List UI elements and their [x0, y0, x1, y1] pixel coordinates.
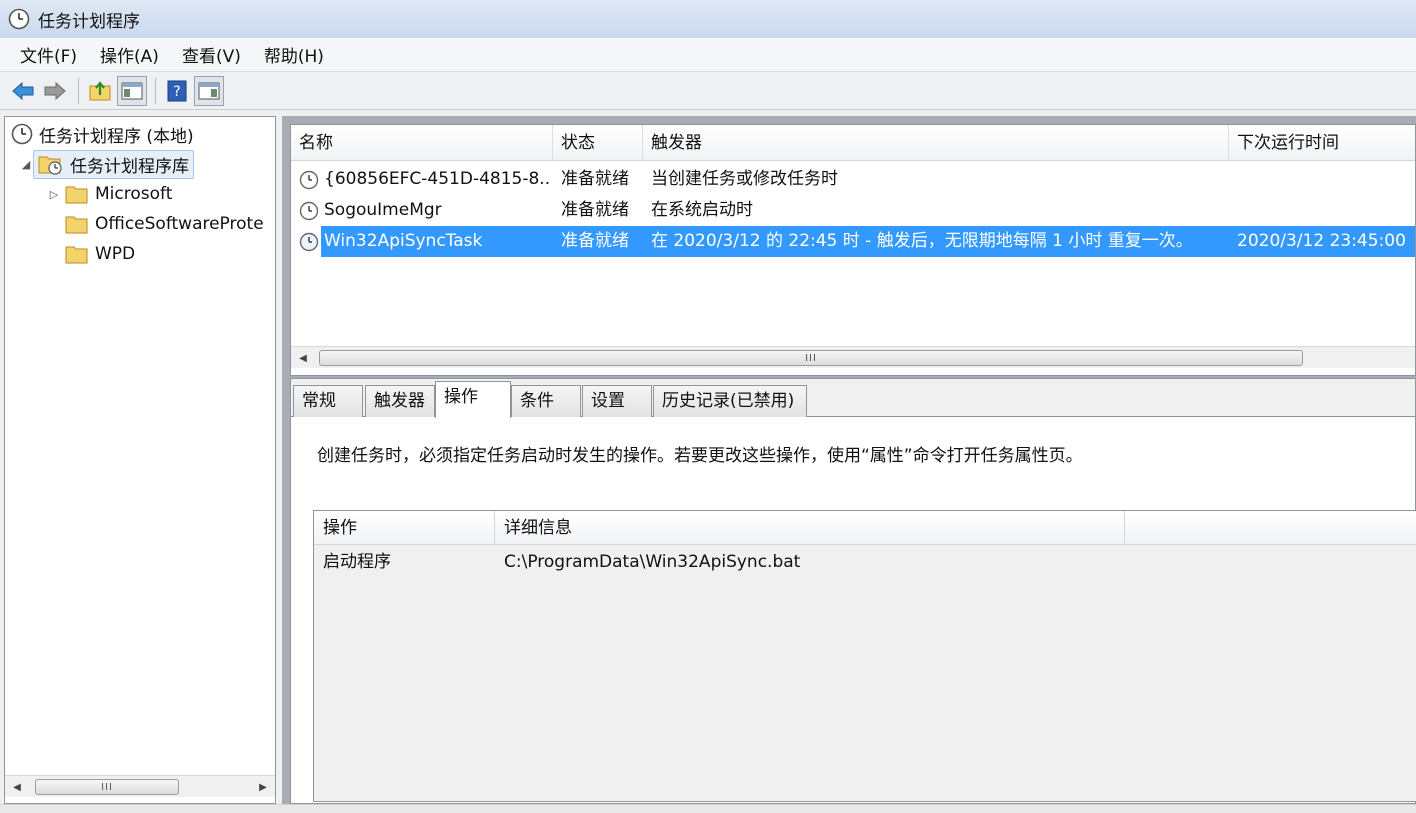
- scroll-right-icon[interactable]: ▶: [253, 776, 273, 798]
- task-trigger: 在 2020/3/12 的 22:45 时 - 触发后，无限期地每隔 1 小时 …: [651, 231, 1193, 251]
- tab-triggers[interactable]: 触发器: [365, 385, 435, 417]
- folder-icon: [65, 186, 88, 204]
- task-status: 准备就绪: [561, 200, 629, 220]
- task-next-run: 2020/3/12 23:45:00: [1237, 231, 1406, 251]
- back-button[interactable]: [8, 76, 38, 106]
- task-trigger: 当创建任务或修改任务时: [651, 169, 838, 189]
- menu-view[interactable]: 查看(V): [172, 38, 251, 71]
- svg-text:?: ?: [173, 84, 180, 100]
- up-folder-button[interactable]: [85, 76, 115, 106]
- task-status: 准备就绪: [561, 169, 629, 189]
- forward-button[interactable]: [40, 76, 70, 106]
- tab-general[interactable]: 常规: [293, 385, 363, 417]
- column-header-blank: [1125, 511, 1416, 545]
- task-name: SogouImeMgr: [324, 200, 442, 220]
- title-bar: 任务计划程序: [0, 0, 1416, 38]
- show-hide-console-tree-button[interactable]: [117, 75, 147, 106]
- task-list-header: 名称 状态 触发器 下次运行时间: [291, 125, 1415, 161]
- tree-item-officesoftwareprotection[interactable]: OfficeSoftwareProte: [65, 210, 264, 238]
- column-header-details[interactable]: 详细信息: [495, 511, 1125, 545]
- scrollbar-thumb[interactable]: III: [35, 779, 179, 795]
- tab-settings[interactable]: 设置: [582, 385, 652, 417]
- tab-strip: 常规 触发器 操作 条件 设置 历史记录(已禁用): [291, 379, 1415, 418]
- expand-arrow-icon[interactable]: ▷: [47, 188, 61, 201]
- task-detail-pane: 常规 触发器 操作 条件 设置 历史记录(已禁用) 创建任务时，必须指定任务启动…: [290, 378, 1416, 804]
- scroll-left-icon[interactable]: ◀: [293, 347, 313, 369]
- up-folder-icon: [89, 80, 111, 100]
- column-header-name[interactable]: 名称: [291, 125, 553, 161]
- tree-item-label: OfficeSoftwareProte: [95, 214, 264, 234]
- help-button[interactable]: ?: [162, 76, 192, 106]
- help-icon: ?: [167, 80, 187, 101]
- collapse-arrow-icon[interactable]: ◢: [19, 158, 33, 171]
- show-hide-action-pane-icon: [198, 82, 220, 99]
- menu-bar: 文件(F) 操作(A) 查看(V) 帮助(H): [0, 38, 1416, 72]
- task-list: 名称 状态 触发器 下次运行时间 {60856EFC-451D-4815-8..…: [290, 124, 1416, 376]
- toolbar-separator: [155, 77, 156, 104]
- tab-actions[interactable]: 操作: [435, 381, 511, 418]
- clock-icon: [11, 123, 33, 145]
- console-tree: 任务计划程序 (本地) ◢ 任务计划程序库 ▷ Microsoft Office…: [4, 116, 276, 804]
- tree-item-label: 任务计划程序 (本地): [39, 126, 194, 147]
- task-name: Win32ApiSyncTask: [324, 231, 483, 251]
- task-clock-icon: [299, 170, 319, 190]
- task-clock-icon: [299, 232, 319, 252]
- tree-item-microsoft[interactable]: ▷ Microsoft: [47, 180, 173, 208]
- clock-icon: [8, 8, 30, 30]
- column-header-action[interactable]: 操作: [314, 511, 495, 545]
- action-details[interactable]: C:\ProgramData\Win32ApiSync.bat: [504, 545, 800, 579]
- menu-help[interactable]: 帮助(H): [254, 38, 334, 71]
- actions-table: 操作 详细信息 启动程序 C:\ProgramData\Win32ApiSync…: [313, 510, 1416, 802]
- tree-item-label: WPD: [95, 244, 136, 264]
- folder-icon: [65, 246, 88, 264]
- toolbar-separator: [78, 77, 79, 104]
- right-pane: 名称 状态 触发器 下次运行时间 {60856EFC-451D-4815-8..…: [282, 116, 1416, 804]
- tree-item-label: 任务计划程序库: [70, 156, 189, 177]
- folder-clock-icon: [38, 156, 62, 175]
- status-bar: [0, 804, 1416, 813]
- forward-icon: [44, 81, 66, 100]
- task-next-run: [1237, 164, 1416, 195]
- show-hide-console-tree-icon: [121, 82, 143, 99]
- menu-action[interactable]: 操作(A): [90, 38, 169, 71]
- task-row[interactable]: SogouImeMgr 准备就绪 在系统启动时: [291, 195, 1415, 226]
- task-name: {60856EFC-451D-4815-8...: [324, 169, 550, 189]
- actions-description: 创建任务时，必须指定任务启动时发生的操作。若要更改这些操作，使用“属性”命令打开…: [317, 446, 1083, 466]
- task-clock-icon: [299, 201, 319, 221]
- task-trigger: 在系统启动时: [651, 200, 753, 220]
- tree-item-library[interactable]: ◢ 任务计划程序库: [19, 149, 194, 179]
- tree-horizontal-scrollbar[interactable]: ◀ III ▶: [5, 775, 275, 797]
- column-header-next-run[interactable]: 下次运行时间: [1229, 125, 1416, 161]
- column-header-trigger[interactable]: 触发器: [643, 125, 1229, 161]
- tree-item-label: Microsoft: [95, 184, 173, 204]
- show-hide-action-pane-button[interactable]: [194, 75, 224, 106]
- folder-icon: [65, 216, 88, 234]
- action-type[interactable]: 启动程序: [323, 545, 391, 579]
- task-row[interactable]: {60856EFC-451D-4815-8... 准备就绪 当创建任务或修改任务…: [291, 164, 1415, 195]
- menu-file[interactable]: 文件(F): [10, 38, 87, 71]
- column-header-status[interactable]: 状态: [553, 125, 643, 161]
- task-list-horizontal-scrollbar[interactable]: ◀ III: [291, 346, 1415, 368]
- tree-item-root[interactable]: 任务计划程序 (本地): [11, 120, 194, 148]
- tab-conditions[interactable]: 条件: [511, 385, 581, 417]
- tab-history[interactable]: 历史记录(已禁用): [653, 385, 807, 417]
- task-row-selected[interactable]: Win32ApiSyncTask 准备就绪 在 2020/3/12 的 22:4…: [291, 226, 1415, 257]
- tree-item-selection: 任务计划程序库: [33, 149, 194, 179]
- tree-item-wpd[interactable]: WPD: [65, 240, 135, 268]
- toolbar: ?: [0, 72, 1416, 110]
- task-next-run: [1237, 195, 1416, 226]
- actions-tab-content: 创建任务时，必须指定任务启动时发生的操作。若要更改这些操作，使用“属性”命令打开…: [291, 417, 1416, 803]
- back-icon: [12, 81, 34, 100]
- task-status: 准备就绪: [561, 231, 629, 251]
- scrollbar-thumb[interactable]: III: [319, 350, 1303, 366]
- scroll-left-icon[interactable]: ◀: [7, 776, 27, 798]
- window-title: 任务计划程序: [38, 11, 140, 32]
